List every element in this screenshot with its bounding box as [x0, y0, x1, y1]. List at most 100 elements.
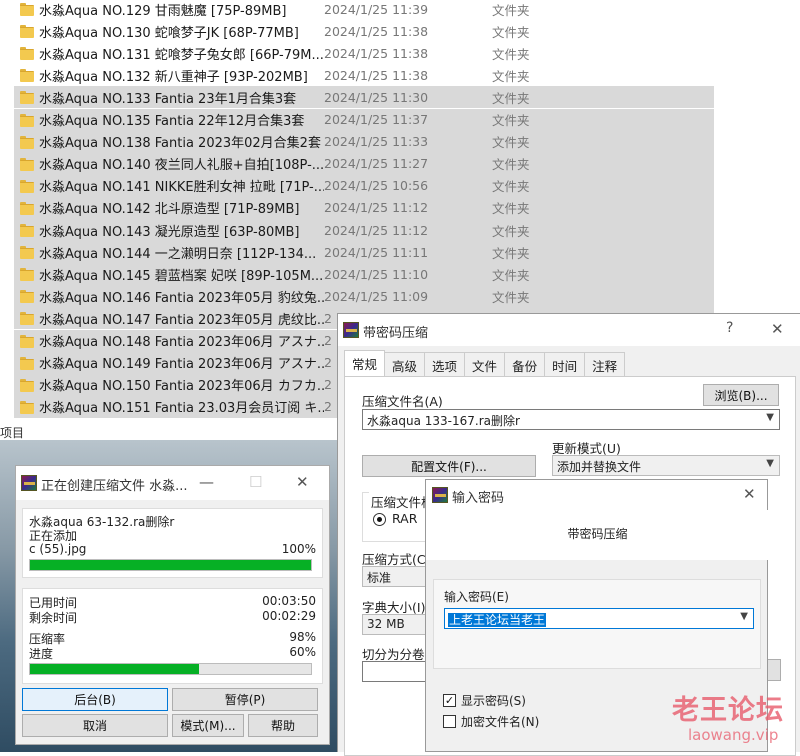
minimize-icon[interactable]: —	[199, 473, 214, 491]
chevron-down-icon[interactable]: ▼	[766, 458, 774, 469]
file-row[interactable]: 水淼Aqua NO.142 北斗原造型 [71P-89MB] 2024/1/25 …	[14, 196, 714, 219]
file-row[interactable]: 水淼Aqua NO.141 NIKKE胜利女神 拉毗 [71P-... 2024/…	[14, 174, 714, 197]
password-group: 输入密码(E) 上老王论坛当老王 ▼	[433, 579, 761, 669]
tab-0[interactable]: 常规	[344, 350, 386, 376]
folder-icon	[20, 356, 34, 370]
encrypt-names-label: 加密文件名(N)	[461, 715, 540, 729]
file-name: 水淼Aqua NO.151 Fantia 23.03月会员订阅 キ...	[39, 401, 324, 417]
file-name: 水淼Aqua NO.132 新八重神子 [93P-202MB]	[39, 69, 308, 85]
split-volumes-field[interactable]	[362, 661, 432, 682]
tab-4[interactable]: 备份	[504, 352, 546, 376]
file-name: 水淼Aqua NO.140 夜兰同人礼服+自拍[108P-...	[39, 158, 324, 174]
file-name: 水淼Aqua NO.148 Fantia 2023年06月 アスナ...	[39, 335, 324, 350]
browse-button[interactable]: 浏览(B)...	[703, 384, 779, 406]
watermark-text: 老王论坛	[672, 695, 784, 726]
file-date: 2024/1/25 11:09	[324, 288, 429, 304]
update-mode-select[interactable]: 添加并替换文件 ▼	[552, 455, 780, 476]
pause-button[interactable]: 暂停(P)	[172, 688, 318, 711]
cancel-button[interactable]: 取消	[22, 714, 168, 737]
tab-6[interactable]: 注释	[584, 352, 626, 376]
file-name: 水淼Aqua NO.149 Fantia 2023年06月 アスナ...	[39, 357, 324, 373]
file-name: 水淼Aqua NO.138 Fantia 2023年02月合集2套	[39, 136, 321, 152]
dialog-subtitle: 带密码压缩	[567, 527, 628, 541]
dialog-header: 带密码压缩	[426, 510, 769, 560]
chevron-down-icon[interactable]: ▼	[740, 611, 748, 622]
stats-group: 已用时间 00:03:50 剩余时间 00:02:29 压缩率 98% 进度 6…	[22, 588, 323, 684]
file-name: 水淼Aqua NO.131 蛇喰梦子兔女郎 [66P-79M...	[39, 47, 324, 63]
elapsed-value: 00:03:50	[262, 594, 316, 608]
file-name: 水淼Aqua NO.147 Fantia 2023年05月 虎纹比...	[39, 312, 324, 328]
overall-progress-fill	[30, 664, 199, 674]
file-percent: 100%	[281, 542, 316, 556]
file-row[interactable]: 水淼Aqua NO.138 Fantia 2023年02月合集2套 2024/1/…	[14, 130, 714, 153]
file-row[interactable]: 水淼Aqua NO.130 蛇喰梦子JK [68P-77MB] 2024/1/25…	[14, 20, 714, 42]
file-row[interactable]: 水淼Aqua NO.140 夜兰同人礼服+自拍[108P-... 2024/1/2…	[14, 152, 714, 175]
folder-icon	[20, 179, 34, 193]
file-row[interactable]: 水淼Aqua NO.146 Fantia 2023年05月 豹纹兔... 2024…	[14, 285, 714, 308]
password-value: 上老王论坛当老王	[448, 613, 547, 627]
show-password-label: 显示密码(S)	[461, 694, 526, 708]
winrar-icon	[21, 475, 37, 491]
file-date: 2024/1/25 11:12	[324, 200, 429, 216]
ratio-value: 98%	[289, 630, 316, 644]
dictionary-value: 32 MB	[367, 617, 405, 631]
winrar-icon	[432, 487, 448, 503]
file-date: 2024/1/25 11:12	[324, 222, 429, 238]
profiles-button[interactable]: 配置文件(F)...	[362, 455, 536, 477]
file-row[interactable]: 水淼Aqua NO.132 新八重神子 [93P-202MB] 2024/1/25…	[14, 64, 714, 86]
file-type: 文件夹	[492, 201, 530, 217]
status-bar-text: 项目	[0, 426, 25, 440]
folder-icon	[20, 400, 34, 414]
show-password-checkbox[interactable]: ✓	[443, 694, 456, 707]
file-row[interactable]: 水淼Aqua NO.131 蛇喰梦子兔女郎 [66P-79M... 2024/1/…	[14, 42, 714, 64]
dictionary-select[interactable]: 32 MB	[362, 614, 432, 635]
close-icon[interactable]: ✕	[771, 320, 784, 338]
file-type: 文件夹	[492, 245, 530, 261]
tab-3[interactable]: 文件	[464, 352, 506, 376]
tab-2[interactable]: 选项	[424, 352, 466, 376]
title-bar[interactable]: 正在创建压缩文件 水淼... — ☐ ✕	[16, 466, 329, 500]
file-type: 文件夹	[492, 135, 530, 151]
progress-value: 60%	[289, 645, 316, 659]
method-select[interactable]: 标准	[362, 566, 432, 587]
close-icon[interactable]: ✕	[743, 485, 756, 503]
file-name: 水淼Aqua NO.145 碧蓝档案 妃咲 [89P-105M...	[39, 268, 324, 284]
file-row[interactable]: 水淼Aqua NO.144 一之濑明日奈 [112P-134... 2024/1/…	[14, 241, 714, 264]
file-row[interactable]: 水淼Aqua NO.133 Fantia 23年1月合集3套 2024/1/25 …	[14, 86, 714, 109]
chevron-down-icon[interactable]: ▼	[766, 412, 774, 423]
title-bar[interactable]: 带密码压缩 ? ✕	[338, 314, 800, 346]
help-button[interactable]: 帮助	[248, 714, 318, 737]
folder-icon	[20, 201, 34, 215]
archive-name-field[interactable]: 水淼aqua 133-167.ra删除r ▼	[362, 409, 780, 430]
encrypt-names-checkbox[interactable]	[443, 715, 456, 728]
file-name: 水淼Aqua NO.141 NIKKE胜利女神 拉毗 [71P-...	[39, 180, 324, 196]
close-icon[interactable]: ✕	[296, 473, 309, 491]
title-bar[interactable]: 输入密码 ✕	[426, 480, 767, 510]
compression-progress-window: 正在创建压缩文件 水淼... — ☐ ✕ 水淼aqua 63-132.ra删除r…	[15, 465, 330, 745]
tab-1[interactable]: 高级	[384, 352, 426, 376]
password-input[interactable]: 上老王论坛当老王 ▼	[444, 608, 754, 629]
file-type: 文件夹	[492, 46, 530, 62]
file-date: 2024/1/25 10:56	[324, 178, 429, 194]
file-progress-bar	[29, 559, 312, 571]
rar-radio[interactable]	[373, 513, 386, 526]
file-row[interactable]: 水淼Aqua NO.145 碧蓝档案 妃咲 [89P-105M... 2024/1…	[14, 263, 714, 286]
file-date: 2024/1/25 11:10	[324, 266, 429, 282]
file-row[interactable]: 水淼Aqua NO.143 凝光原造型 [63P-80MB] 2024/1/25 …	[14, 219, 714, 241]
background-button[interactable]: 后台(B)	[22, 688, 168, 711]
tab-5[interactable]: 时间	[544, 352, 586, 376]
mode-button[interactable]: 模式(M)...	[172, 714, 244, 737]
file-type: 文件夹	[492, 267, 530, 283]
file-row[interactable]: 水淼Aqua NO.129 甘雨魅魔 [75P-89MB] 2024/1/25 1…	[14, 0, 714, 20]
maximize-icon: ☐	[249, 473, 263, 491]
file-date: 2024/1/25 11:38	[324, 45, 429, 61]
file-row[interactable]: 水淼Aqua NO.135 Fantia 22年12月合集3套 2024/1/25…	[14, 108, 714, 131]
file-date: 2024/1/25 11:37	[324, 112, 429, 127]
rar-label: RAR	[392, 511, 418, 526]
window-title: 正在创建压缩文件 水淼...	[41, 479, 188, 494]
file-type: 文件夹	[492, 223, 530, 239]
file-date: 2024/1/25 11:38	[324, 67, 429, 83]
help-icon[interactable]: ?	[726, 320, 733, 336]
file-date: 2	[324, 399, 332, 415]
folder-icon	[20, 157, 34, 171]
